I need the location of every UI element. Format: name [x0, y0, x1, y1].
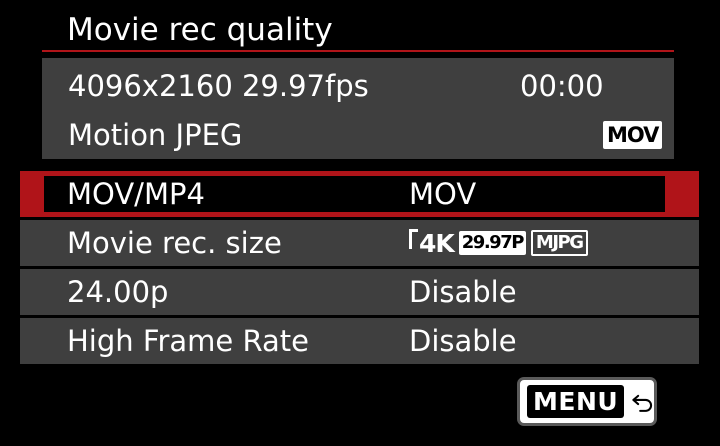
- menu-item-label: MOV/MP4: [67, 177, 205, 211]
- menu-button-label: MENU: [527, 385, 625, 418]
- format-badge: MOV: [603, 121, 663, 149]
- menu-item-high-frame-rate[interactable]: High Frame Rate Disable: [20, 318, 699, 364]
- info-recording-time: 00:00: [520, 69, 604, 103]
- info-codec: Motion JPEG: [68, 118, 243, 152]
- resolution-4k-icon: 4K: [409, 229, 455, 258]
- page-title: Movie rec quality: [67, 12, 333, 48]
- menu-item-label: Movie rec. size: [67, 226, 282, 260]
- return-arrow-icon: [632, 394, 653, 412]
- compression-mjpg-icon: MJPG: [530, 230, 588, 256]
- menu-item-24p[interactable]: 24.00p Disable: [20, 269, 699, 315]
- title-divider: [42, 50, 674, 52]
- menu-item-label: High Frame Rate: [67, 324, 309, 358]
- resolution-4k-label: 4K: [419, 229, 455, 258]
- menu-back-button[interactable]: MENU: [517, 377, 657, 426]
- menu-item-value: Disable: [409, 275, 517, 309]
- menu-list: MOV/MP4 MOV Movie rec. size 4K 29.97P MJ…: [20, 171, 699, 367]
- frame-corner-icon: [409, 229, 418, 249]
- menu-item-mov-mp4[interactable]: MOV/MP4 MOV: [20, 171, 699, 217]
- menu-item-label: 24.00p: [67, 275, 169, 309]
- info-panel: 4096x2160 29.97fps 00:00 Motion JPEG MOV: [42, 58, 674, 159]
- menu-item-value: Disable: [409, 324, 517, 358]
- movie-rec-size-icons: 4K 29.97P MJPG: [409, 228, 588, 258]
- info-resolution-fps: 4096x2160 29.97fps: [68, 69, 369, 103]
- menu-item-value: MOV: [409, 177, 477, 211]
- menu-item-movie-rec-size[interactable]: Movie rec. size 4K 29.97P MJPG: [20, 220, 699, 266]
- frame-rate-icon: 29.97P: [458, 231, 526, 255]
